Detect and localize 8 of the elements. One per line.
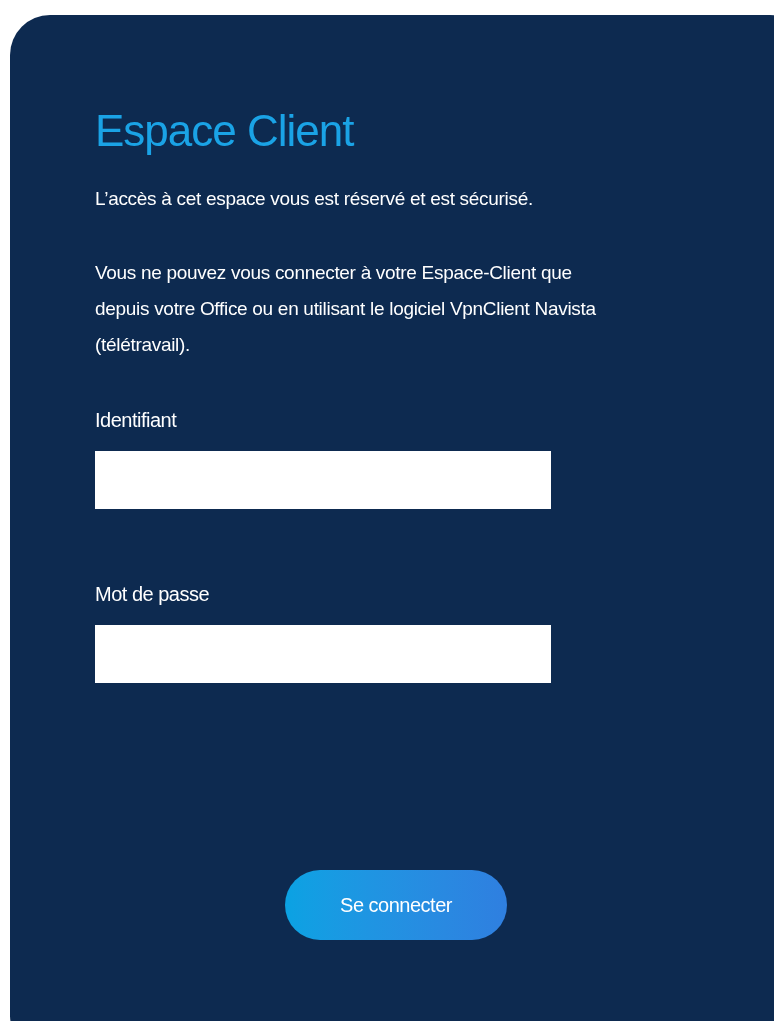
field-label: Mot de passe (95, 582, 210, 607)
field-label: Identifiant (95, 408, 177, 433)
info-paragraph: L’accès à cet espace vous est réservé et est sécurisé. (95, 187, 534, 211)
input-field[interactable] (95, 625, 551, 683)
input-field[interactable] (95, 451, 551, 509)
page-title: Espace Client (95, 105, 354, 157)
login-button[interactable]: Se connecter (285, 870, 507, 940)
info-paragraph: Vous ne pouvez vous connecter à votre Espace-Client que depuis votre Office ou en utilisant le logiciel VpnClient Navista (télétravail). (95, 261, 597, 357)
